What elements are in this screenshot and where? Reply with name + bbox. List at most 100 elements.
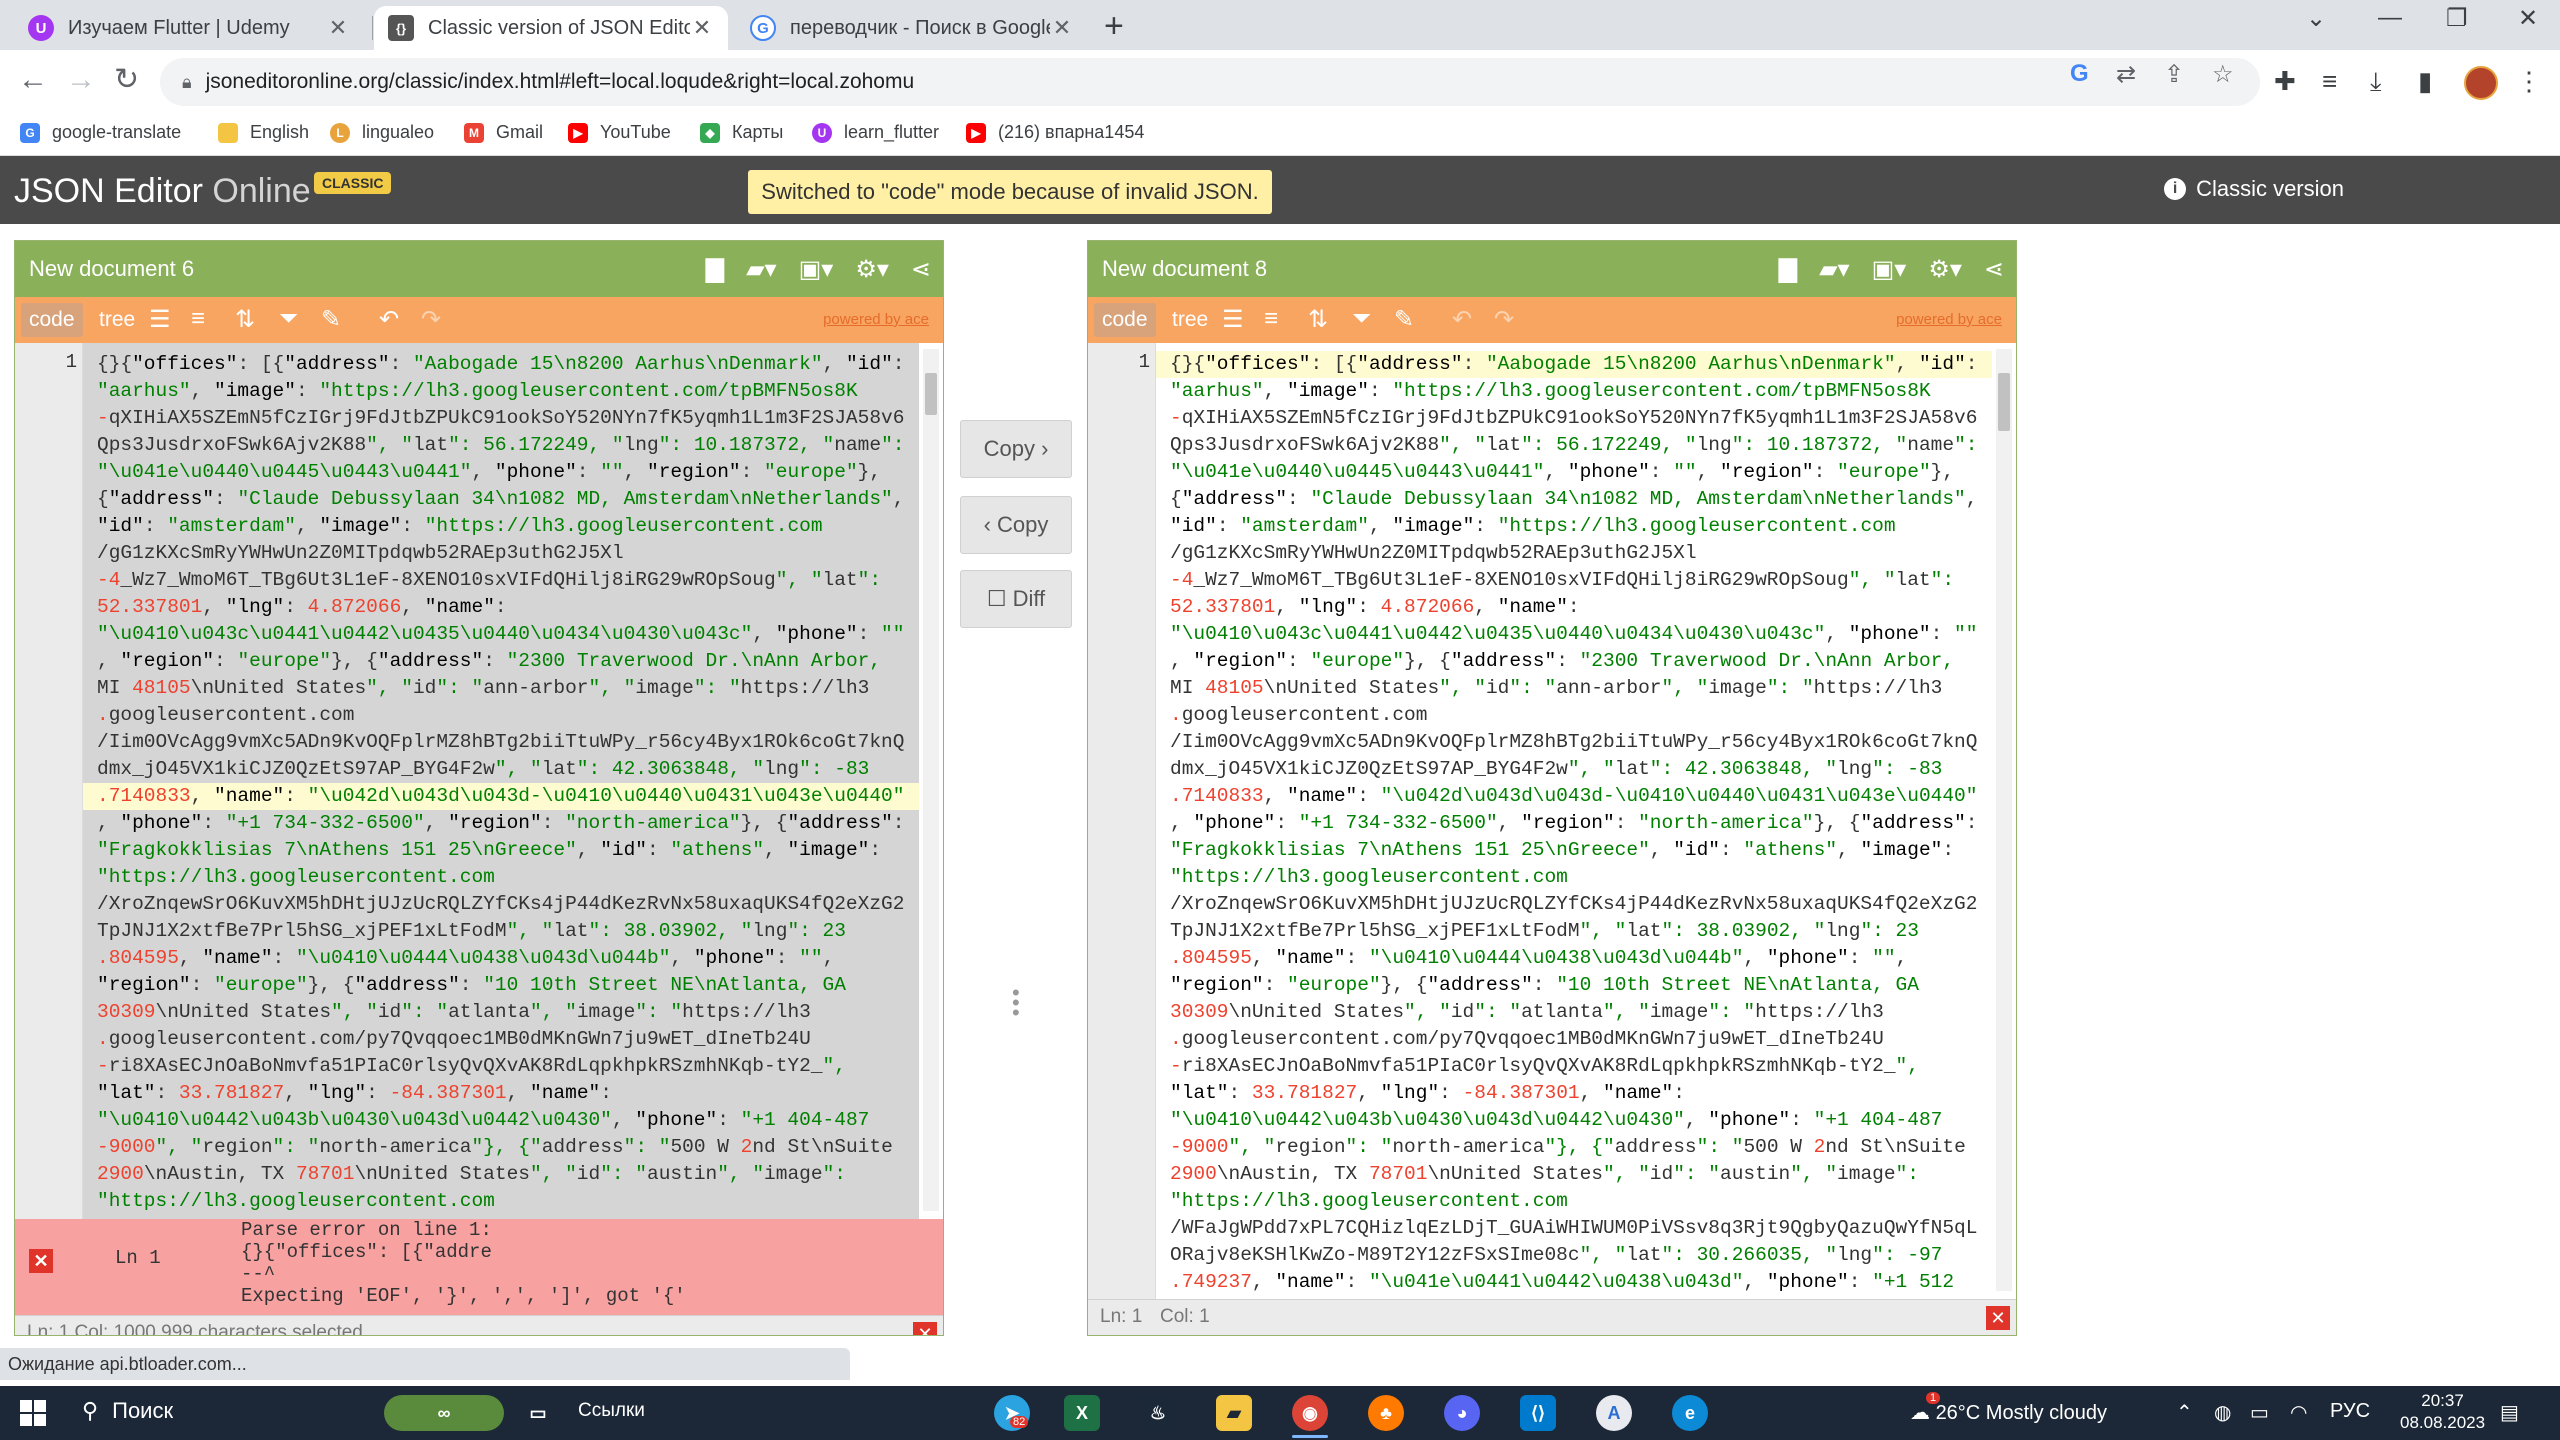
- code-line[interactable]: {}{"offices": [{"address": "Aabogade 15\…: [1156, 351, 1992, 378]
- chrome-icon[interactable]: ◉: [1292, 1395, 1328, 1431]
- tab-search-icon[interactable]: ⌄: [2306, 4, 2326, 33]
- copy-left-button[interactable]: ‹ Copy: [960, 496, 1072, 554]
- code-line[interactable]: "https://lh3.googleusercontent.com: [83, 1188, 919, 1215]
- code-line[interactable]: "\u041e\u0440\u0445\u0443\u0441", "phone…: [83, 459, 919, 486]
- code-line[interactable]: .googleusercontent.com/py7Qvqqoec1MB0dMK…: [1156, 1026, 1992, 1053]
- repair-icon[interactable]: ✎: [321, 305, 341, 334]
- code-line[interactable]: "https://lh3.googleusercontent.com: [1156, 864, 1992, 891]
- code-line[interactable]: 2900\nAustin, TX 78701\nUnited States", …: [1156, 1161, 1992, 1188]
- code-line[interactable]: .804595, "name": "\u0410\u0444\u0438\u04…: [1156, 945, 1992, 972]
- code-line[interactable]: .7140833, "name": "\u042d\u043d\u043d-\u…: [1156, 783, 1992, 810]
- code-line[interactable]: "\u0410\u0442\u043b\u0430\u043d\u0442\u0…: [1156, 1107, 1992, 1134]
- code-line[interactable]: /WFaJgWPdd7xPL7CQHizlqEzLDjT_GUAiWHIWUM0…: [1156, 1215, 1992, 1242]
- media-control-icon[interactable]: ≡: [2322, 66, 2337, 97]
- menu-kebab-icon[interactable]: ⋮: [2516, 66, 2542, 97]
- code-line[interactable]: MI 48105\nUnited States", "id": "ann-arb…: [83, 675, 919, 702]
- scroll-thumb[interactable]: [925, 373, 937, 415]
- code-line[interactable]: ORajv8eKSHlKwZo-M89T2Y12zFSxSIme08c", "l…: [1156, 1242, 1992, 1269]
- copy-right-button[interactable]: Copy ›: [960, 420, 1072, 478]
- new-tab-button[interactable]: +: [1104, 6, 1124, 46]
- notifications-icon[interactable]: ▤: [2500, 1400, 2519, 1425]
- task-view-icon[interactable]: ▭: [520, 1395, 556, 1431]
- classic-version-link[interactable]: i Classic version: [2164, 176, 2344, 202]
- redo-icon[interactable]: ↷: [421, 305, 441, 334]
- error-line[interactable]: Ln 1: [115, 1247, 161, 1269]
- format-icon[interactable]: ☰: [1222, 305, 1244, 334]
- code-line[interactable]: "lat": 33.781827, "lng": -84.387301, "na…: [83, 1080, 919, 1107]
- side-panel-icon[interactable]: ▮: [2418, 66, 2432, 97]
- bookmark-youtube[interactable]: ▶ YouTube: [568, 122, 671, 143]
- code-line[interactable]: Qps3JusdrxoFSwk6Ajv2K88", "lat": 56.1722…: [83, 432, 919, 459]
- editor-scrollbar[interactable]: [1996, 349, 2012, 1291]
- code-line[interactable]: -9000", "region": "north-america"}, {"ad…: [1156, 1134, 1992, 1161]
- code-line[interactable]: -qXIHiAX5SZEmN5fCzIGrj9FdJtbZPUkC91ookSo…: [1156, 405, 1992, 432]
- code-line[interactable]: , "region": "europe"}, {"address": "2300…: [83, 648, 919, 675]
- code-line[interactable]: "region": "europe"}, {"address": "10 10t…: [83, 972, 919, 999]
- share-icon[interactable]: ⋖: [1984, 255, 2004, 284]
- mode-tree-button[interactable]: tree: [91, 303, 143, 337]
- code-line[interactable]: /XroZnqewSrO6KuvXM5hDHtjUJzUcRQLZYfCKs4j…: [1156, 891, 1992, 918]
- code-line[interactable]: .804595, "name": "\u0410\u0444\u0438\u04…: [83, 945, 919, 972]
- code-line[interactable]: "\u041e\u0440\u0445\u0443\u0441", "phone…: [1156, 459, 1992, 486]
- code-line[interactable]: MI 48105\nUnited States", "id": "ann-arb…: [1156, 675, 1992, 702]
- mode-code-button[interactable]: code: [21, 303, 83, 337]
- code-editor[interactable]: {}{"offices": [{"address": "Aabogade 15\…: [83, 343, 919, 1219]
- profile-avatar[interactable]: [2464, 66, 2498, 100]
- code-line[interactable]: "id": "amsterdam", "image": "https://lh3…: [83, 513, 919, 540]
- code-line[interactable]: {"address": "Claude Debussylaan 34\n1082…: [83, 486, 919, 513]
- system-clock[interactable]: 20:37 08.08.2023: [2400, 1390, 2485, 1434]
- links-toolbar[interactable]: Ссылки: [578, 1400, 645, 1422]
- code-line[interactable]: "region": "europe"}, {"address": "10 10t…: [1156, 972, 1992, 999]
- back-icon[interactable]: ←: [18, 62, 48, 98]
- window-close-icon[interactable]: ✕: [2518, 4, 2538, 33]
- file-explorer-icon[interactable]: ▰: [1216, 1395, 1252, 1431]
- code-line[interactable]: .googleusercontent.com/py7Qvqqoec1MB0dMK…: [83, 1026, 919, 1053]
- code-line[interactable]: .7140833, "name": "\u042d\u043d\u043d-\u…: [83, 783, 919, 810]
- code-line[interactable]: , "region": "europe"}, {"address": "2300…: [1156, 648, 1992, 675]
- code-line[interactable]: "\u0410\u0442\u043b\u0430\u043d\u0442\u0…: [83, 1107, 919, 1134]
- translate-icon[interactable]: ⇄: [2116, 60, 2136, 89]
- code-line[interactable]: {}{"offices": [{"address": "Aabogade 15\…: [83, 351, 919, 378]
- new-document-icon[interactable]: ▇: [1779, 255, 1797, 284]
- code-line[interactable]: 30309\nUnited States", "id": "atlanta", …: [1156, 999, 1992, 1026]
- repair-icon[interactable]: ✎: [1394, 305, 1414, 334]
- code-line[interactable]: .googleusercontent.com: [1156, 702, 1992, 729]
- start-button[interactable]: [20, 1400, 46, 1426]
- filter-icon[interactable]: ⏷: [1352, 305, 1371, 333]
- search-highlight-image[interactable]: ∞: [384, 1395, 504, 1431]
- maximize-icon[interactable]: ❐: [2446, 4, 2468, 33]
- code-line[interactable]: dmx_jO45VX1kiCJZ0QzEtS97AP_BYG4F2w", "la…: [1156, 756, 1992, 783]
- code-line[interactable]: 2900\nAustin, TX 78701\nUnited States", …: [83, 1161, 919, 1188]
- code-line[interactable]: "\u0410\u043c\u0441\u0442\u0435\u0440\u0…: [83, 621, 919, 648]
- reload-icon[interactable]: ↻: [114, 62, 139, 98]
- bookmark-learn-flutter[interactable]: Ulearn_flutter: [812, 122, 939, 143]
- sort-icon[interactable]: ⇅: [1308, 305, 1328, 334]
- close-tab-icon[interactable]: ✕: [690, 15, 714, 41]
- download-icon[interactable]: ⤓: [2370, 66, 2382, 98]
- code-line[interactable]: 52.337801, "lng": 4.872066, "name":: [1156, 594, 1992, 621]
- bookmark-english[interactable]: English: [218, 122, 309, 143]
- settings-gear-icon[interactable]: ⚙▾: [855, 255, 889, 284]
- code-line[interactable]: "https://lh3.googleusercontent.com: [1156, 1188, 1992, 1215]
- settings-gear-icon[interactable]: ⚙▾: [1928, 255, 1962, 284]
- code-line[interactable]: /gG1zKXcSmRyYWHwUn2Z0MITpdqwb52RAEp3uthG…: [1156, 540, 1992, 567]
- code-line[interactable]: -qXIHiAX5SZEmN5fCzIGrj9FdJtbZPUkC91ookSo…: [83, 405, 919, 432]
- code-line[interactable]: -9000", "region": "north-america"}, {"ad…: [83, 1134, 919, 1161]
- code-line[interactable]: /XroZnqewSrO6KuvXM5hDHtjUJzUcRQLZYfCKs4j…: [83, 891, 919, 918]
- code-line[interactable]: .googleusercontent.com: [83, 702, 919, 729]
- format-icon[interactable]: ☰: [149, 305, 171, 334]
- scroll-thumb[interactable]: [1998, 373, 2010, 431]
- share-icon[interactable]: ⋖: [911, 255, 931, 284]
- code-line[interactable]: /Iim0OVcAgg9vmXc5ADn9KvOQFplrMZ8hBTg2bii…: [1156, 729, 1992, 756]
- code-line[interactable]: "Fragkokklisias 7\nAthens 151 25\nGreece…: [1156, 837, 1992, 864]
- sort-icon[interactable]: ⇅: [235, 305, 255, 334]
- keyboard-language[interactable]: РУС: [2330, 1400, 2370, 1423]
- code-line[interactable]: dmx_jO45VX1kiCJZ0QzEtS97AP_BYG4F2w", "la…: [83, 756, 919, 783]
- share-icon[interactable]: ⇪: [2164, 60, 2184, 89]
- powered-by-ace-link[interactable]: powered by ace: [1896, 311, 2002, 328]
- bookmark-lingualeo[interactable]: Llingualeo: [330, 122, 434, 143]
- undo-icon[interactable]: ↶: [379, 305, 399, 334]
- code-line[interactable]: {"address": "Claude Debussylaan 34\n1082…: [1156, 486, 1992, 513]
- undo-icon[interactable]: ↶: [1452, 305, 1472, 334]
- code-line[interactable]: -ri8XAsECJnOaBoNmvfa51PIaC0rlsyQvQXvAK8R…: [83, 1053, 919, 1080]
